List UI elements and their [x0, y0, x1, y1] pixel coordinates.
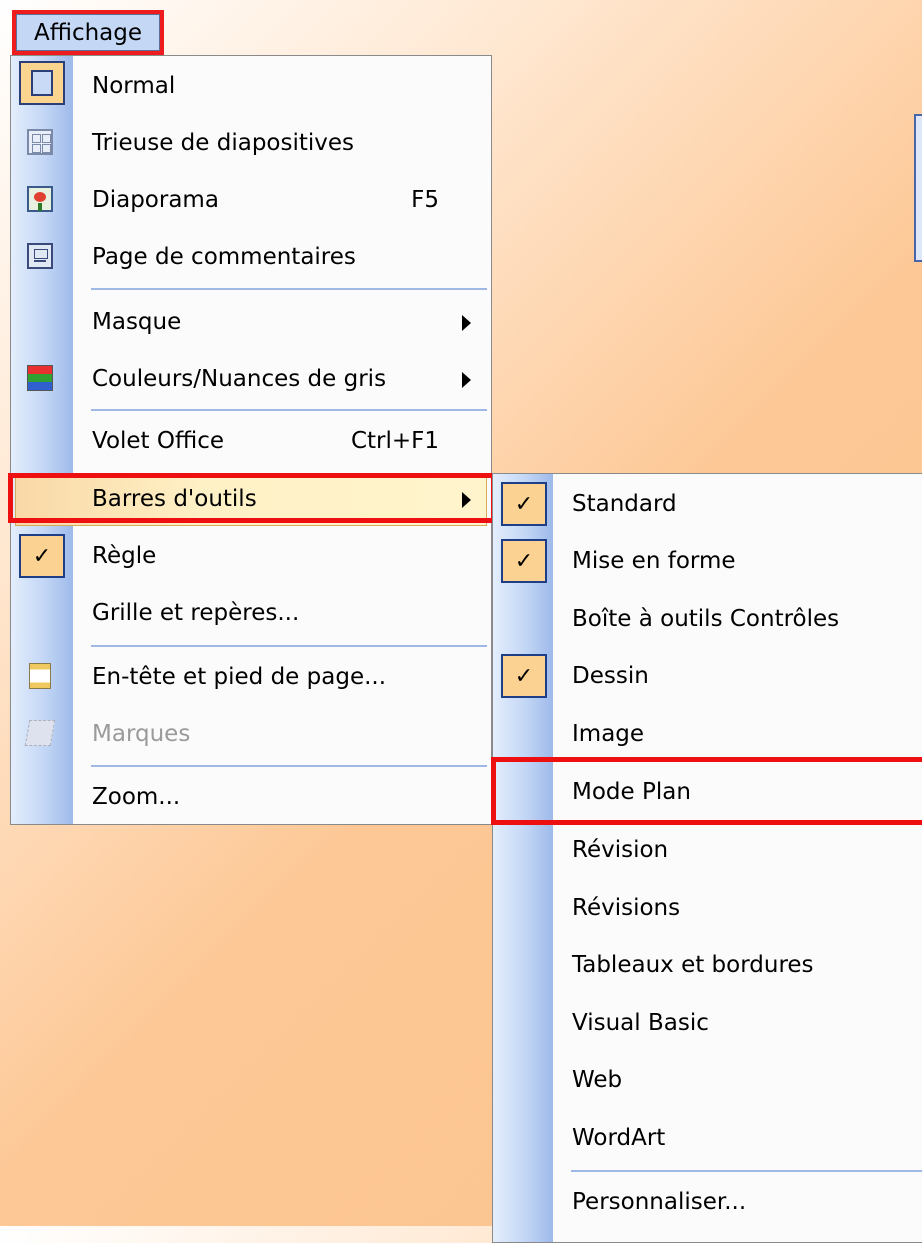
submenu-item-drawing[interactable]: ✓ Dessin	[493, 648, 922, 705]
menu-item-task-pane-shortcut: Ctrl+F1	[350, 428, 439, 454]
menu-separator	[91, 765, 487, 767]
highlight-box-outline	[491, 757, 922, 825]
submenu-item-wordart[interactable]: WordArt	[493, 1110, 922, 1167]
view-menu: Normal Trieuse de diapositives Diaporama…	[10, 55, 492, 825]
menu-item-normal-label: Normal	[92, 73, 176, 99]
menu-item-task-pane-label: Volet Office	[92, 428, 225, 454]
menu-item-markup-label: Marques	[92, 721, 191, 747]
menu-item-grid-guides[interactable]: Grille et repères...	[11, 585, 491, 642]
submenu-item-reviewing-label: Révision	[572, 837, 669, 863]
menu-affichage-label: Affichage	[33, 19, 143, 46]
submenu-item-standard[interactable]: ✓ Standard	[493, 476, 922, 533]
submenu-item-drawing-label: Dessin	[572, 663, 649, 689]
submenu-item-formatting[interactable]: ✓ Mise en forme	[493, 533, 922, 590]
menu-item-notes-page[interactable]: Page de commentaires	[11, 229, 491, 286]
submenu-item-revisions-label: Révisions	[572, 895, 681, 921]
menu-affichage[interactable]: Affichage	[12, 10, 164, 55]
menu-item-ruler[interactable]: ✓ Règle	[11, 528, 491, 585]
submenu-item-controls[interactable]: Boîte à outils Contrôles	[493, 591, 922, 648]
submenu-item-wordart-label: WordArt	[572, 1125, 666, 1151]
menu-item-header-footer-label: En-tête et pied de page...	[92, 664, 387, 690]
submenu-item-standard-label: Standard	[572, 491, 677, 517]
submenu-item-web[interactable]: Web	[493, 1052, 922, 1109]
slide-sorter-icon	[27, 129, 53, 155]
menu-item-task-pane[interactable]: Volet Office Ctrl+F1	[11, 413, 491, 470]
normal-view-icon	[19, 61, 65, 105]
menu-item-zoom[interactable]: Zoom...	[11, 769, 491, 826]
menu-item-slide-sorter-label: Trieuse de diapositives	[92, 130, 355, 156]
menu-item-grid-guides-label: Grille et repères...	[92, 600, 300, 626]
submenu-item-tables-borders[interactable]: Tableaux et bordures	[493, 937, 922, 994]
submenu-arrow-icon	[462, 315, 471, 331]
menu-item-normal[interactable]: Normal	[11, 58, 491, 115]
menu-separator	[91, 409, 487, 411]
notes-page-icon	[27, 243, 53, 269]
menu-item-masque-label: Masque	[92, 309, 182, 335]
submenu-item-web-label: Web	[572, 1067, 623, 1093]
menu-item-zoom-label: Zoom...	[92, 784, 181, 810]
menu-item-slideshow-shortcut: F5	[411, 187, 439, 213]
submenu-item-customize[interactable]: Personnaliser...	[493, 1174, 922, 1231]
menu-item-slideshow-label: Diaporama	[92, 187, 219, 213]
menu-item-masque[interactable]: Masque	[11, 294, 491, 351]
submenu-item-revisions[interactable]: Révisions	[493, 880, 922, 937]
submenu-item-picture-label: Image	[572, 721, 645, 747]
check-icon: ✓	[19, 534, 65, 578]
submenu-item-reviewing[interactable]: Révision	[493, 822, 922, 879]
menu-separator	[571, 1170, 922, 1172]
header-footer-icon	[29, 663, 51, 689]
toolbars-submenu: ✓ Standard ✓ Mise en forme Boîte à outil…	[492, 473, 922, 1243]
menu-item-ruler-label: Règle	[92, 543, 157, 569]
highlight-box-toolbars	[8, 473, 496, 523]
menu-item-color-grayscale-label: Couleurs/Nuances de gris	[92, 366, 387, 392]
submenu-item-customize-label: Personnaliser...	[572, 1189, 747, 1215]
color-grayscale-icon	[27, 365, 53, 391]
offscreen-panel-edge	[914, 114, 922, 262]
slideshow-icon	[27, 186, 53, 212]
menu-item-markup: Marques	[11, 706, 491, 763]
submenu-item-visual-basic-label: Visual Basic	[572, 1010, 709, 1036]
submenu-item-tables-borders-label: Tableaux et bordures	[572, 952, 814, 978]
menu-item-color-grayscale[interactable]: Couleurs/Nuances de gris	[11, 351, 491, 408]
submenu-item-controls-label: Boîte à outils Contrôles	[572, 606, 840, 632]
markup-icon	[24, 720, 56, 746]
check-icon: ✓	[501, 539, 547, 583]
menu-item-header-footer[interactable]: En-tête et pied de page...	[11, 649, 491, 706]
menu-separator	[91, 645, 487, 647]
submenu-item-picture[interactable]: Image	[493, 706, 922, 763]
submenu-arrow-icon	[462, 372, 471, 388]
menu-item-slide-sorter[interactable]: Trieuse de diapositives	[11, 115, 491, 172]
check-icon: ✓	[501, 482, 547, 526]
menu-item-slideshow[interactable]: Diaporama F5	[11, 172, 491, 229]
submenu-item-formatting-label: Mise en forme	[572, 548, 736, 574]
check-icon: ✓	[501, 654, 547, 698]
menu-item-notes-page-label: Page de commentaires	[92, 244, 356, 270]
submenu-item-visual-basic[interactable]: Visual Basic	[493, 995, 922, 1052]
menu-separator	[91, 288, 487, 290]
